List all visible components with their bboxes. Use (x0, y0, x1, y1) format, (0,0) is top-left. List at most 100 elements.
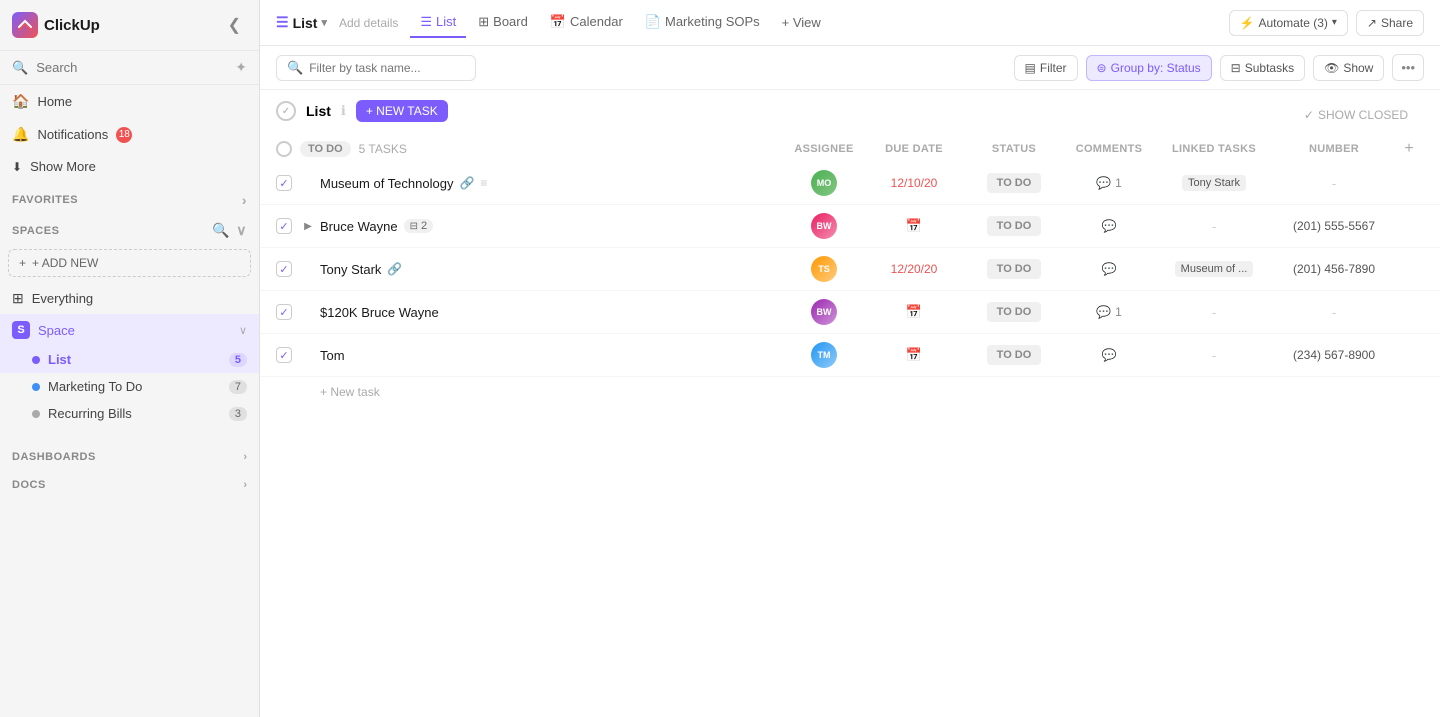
task-expand-4[interactable] (300, 304, 316, 320)
comments-4: 💬 1 (1064, 305, 1154, 319)
table-row[interactable]: ✓ ▶ Bruce Wayne ⊟ 2 BW 📅 TO DO 💬 (260, 205, 1440, 248)
sidebar-item-marketing-todo[interactable]: Marketing To Do 7 (0, 373, 259, 400)
filter-task-input[interactable] (309, 61, 459, 75)
status-2[interactable]: TO DO (964, 216, 1064, 236)
task-expand-1[interactable] (300, 175, 316, 191)
list-dropdown-icon[interactable]: ▾ (321, 16, 327, 29)
tab-list[interactable]: ☰ List (410, 8, 466, 38)
chevron-right-icon[interactable]: › (242, 192, 247, 208)
share-button[interactable]: ↗ Share (1356, 10, 1424, 36)
search-input[interactable] (36, 60, 227, 75)
inbox-icon: ✦ (235, 59, 247, 76)
docs-chevron-icon: › (243, 479, 247, 491)
search-spaces-icon[interactable]: 🔍 (212, 222, 230, 239)
task-expand-2[interactable]: ▶ (300, 218, 316, 234)
notification-badge: 18 (116, 127, 132, 143)
nav-tabs: ☰ List ⊞ Board 📅 Calendar 📄 Marketing SO… (410, 8, 830, 38)
table-row[interactable]: ✓ Tony Stark 🔗 TS 12/20/20 TO DO 💬 (260, 248, 1440, 291)
automate-dropdown-icon: ▾ (1332, 17, 1337, 28)
comments-1: 💬 1 (1064, 176, 1154, 190)
nav-left: ☰ List ▾ Add details ☰ List ⊞ Board 📅 Ca… (276, 8, 1225, 38)
table-row[interactable]: ✓ Museum of Technology 🔗 ≡ MO 12/10/20 T… (260, 162, 1440, 205)
linked-task-4: - (1154, 305, 1274, 320)
table-row[interactable]: ✓ Tom TM 📅 TO DO 💬 - (260, 334, 1440, 377)
task-checkbox-5[interactable]: ✓ (276, 347, 292, 363)
col-header-comments: COMMENTS (1064, 143, 1154, 155)
show-icon: 👁 (1324, 61, 1339, 75)
task-checkbox-2[interactable]: ✓ (276, 218, 292, 234)
sidebar-item-home[interactable]: 🏠 Home (0, 85, 259, 118)
new-task-button[interactable]: + NEW TASK (356, 100, 448, 122)
group-check-circle[interactable] (276, 141, 292, 157)
list-count: 5 (229, 353, 247, 367)
col-add[interactable]: + (1394, 140, 1424, 158)
status-1[interactable]: TO DO (964, 173, 1064, 193)
subtasks-button[interactable]: ⊟ Subtasks (1220, 55, 1305, 81)
filter-input-area[interactable]: 🔍 (276, 55, 476, 81)
more-options-button[interactable]: ••• (1392, 54, 1424, 81)
task-expand-5[interactable] (300, 347, 316, 363)
dashboards-section[interactable]: DASHBOARDS › (0, 443, 259, 471)
automate-icon: ⚡ (1240, 16, 1255, 30)
sidebar: ClickUp ❮ 🔍 ✦ 🏠 Home 🔔 Notifications 18 … (0, 0, 260, 717)
sidebar-item-recurring-bills[interactable]: Recurring Bills 3 (0, 400, 259, 427)
sidebar-item-list[interactable]: List 5 (0, 346, 259, 373)
show-closed-button[interactable]: ✓ SHOW CLOSED (1304, 100, 1424, 122)
comment-icon-2: 💬 (1102, 219, 1117, 233)
show-more-icon: ⬇ (12, 160, 22, 174)
avatar-5: TM (811, 342, 837, 368)
link-icon-1[interactable]: 🔗 (459, 176, 474, 190)
expand-spaces-icon[interactable]: ∨ (236, 222, 247, 239)
add-new-button[interactable]: + + ADD NEW (8, 249, 251, 277)
list-circle-check[interactable]: ✓ (276, 101, 296, 121)
search-icon: 🔍 (12, 60, 28, 76)
logo: ClickUp (12, 12, 100, 38)
board-tab-icon: ⊞ (478, 14, 489, 30)
group-by-button[interactable]: ⊜ Group by: Status (1086, 55, 1212, 81)
status-3[interactable]: TO DO (964, 259, 1064, 279)
add-details-link[interactable]: Add details (339, 16, 398, 30)
automate-button[interactable]: ⚡ Automate (3) ▾ (1229, 10, 1348, 36)
new-task-inline[interactable]: + New task (260, 377, 1440, 407)
calendar-tab-icon: 📅 (550, 14, 566, 30)
menu-icon-1[interactable]: ≡ (480, 176, 487, 190)
link-icon-3[interactable]: 🔗 (387, 262, 402, 276)
status-5[interactable]: TO DO (964, 345, 1064, 365)
sidebar-item-space[interactable]: S Space ∨ (0, 314, 259, 346)
show-button[interactable]: 👁 Show (1313, 55, 1384, 81)
number-4: - (1274, 305, 1394, 320)
due-date-3: 12/20/20 (864, 262, 964, 276)
tab-board[interactable]: ⊞ Board (468, 8, 538, 38)
number-2: (201) 555-5567 (1274, 219, 1394, 233)
add-view-button[interactable]: + View (772, 9, 831, 36)
table-row[interactable]: ✓ $120K Bruce Wayne BW 📅 TO DO 💬 1 (260, 291, 1440, 334)
col-header-linked: LINKED TASKS (1154, 143, 1274, 155)
task-checkbox-4[interactable]: ✓ (276, 304, 292, 320)
sidebar-item-everything[interactable]: ⊞ Everything (0, 283, 259, 314)
filter-button[interactable]: ▤ Filter (1014, 55, 1078, 81)
task-name-2: Bruce Wayne ⊟ 2 (320, 219, 784, 234)
comment-icon-5: 💬 (1102, 348, 1117, 362)
assignee-2: BW (784, 213, 864, 239)
linked-task-1: Tony Stark (1154, 175, 1274, 191)
avatar-3: TS (811, 256, 837, 282)
sidebar-search-area[interactable]: 🔍 ✦ (0, 51, 259, 85)
docs-section[interactable]: DOCS › (0, 471, 259, 499)
list-dot-purple (32, 356, 40, 364)
task-expand-3[interactable] (300, 261, 316, 277)
nav-right: ⚡ Automate (3) ▾ ↗ Share (1229, 10, 1424, 36)
collapse-sidebar-button[interactable]: ❮ (222, 13, 247, 37)
task-checkbox-1[interactable]: ✓ (276, 175, 292, 191)
status-4[interactable]: TO DO (964, 302, 1064, 322)
content-area: ✓ List ℹ + NEW TASK ✓ SHOW CLOSED TO DO … (260, 90, 1440, 717)
grid-icon: ⊞ (12, 290, 24, 307)
tab-calendar[interactable]: 📅 Calendar (540, 8, 633, 38)
sidebar-item-show-more[interactable]: ⬇ Show More (0, 151, 259, 182)
task-name-3: Tony Stark 🔗 (320, 262, 784, 277)
tab-marketing-sops[interactable]: 📄 Marketing SOPs (635, 8, 770, 38)
task-checkbox-3[interactable]: ✓ (276, 261, 292, 277)
assignee-5: TM (784, 342, 864, 368)
sidebar-item-notifications[interactable]: 🔔 Notifications 18 (0, 118, 259, 151)
subtasks-icon: ⊟ (1231, 61, 1241, 75)
comments-5: 💬 (1064, 348, 1154, 362)
